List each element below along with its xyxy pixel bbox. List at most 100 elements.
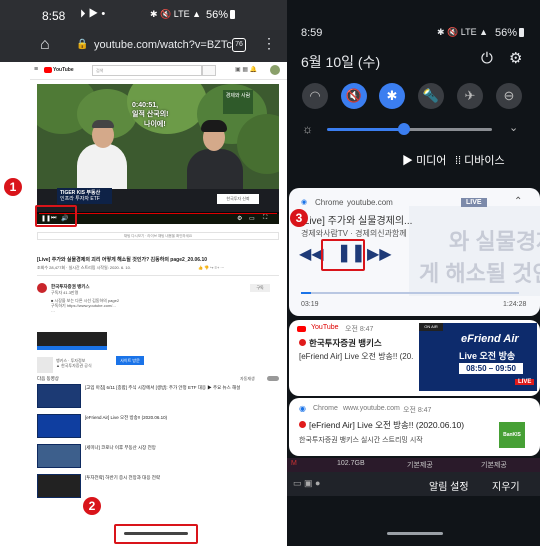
live-dot-icon — [299, 339, 306, 346]
list-item[interactable]: [투자전략] 하반기 증시 전망과 대응 전략 — [37, 474, 279, 504]
notification-settings-button[interactable]: 알림 설정 — [429, 478, 469, 493]
youtube-notification[interactable]: YouTube 오전 8:47 한국투자증권 뱅키스 [eFriend Air]… — [289, 320, 540, 396]
video-meta: 조회수 28,477회 · 실시간 스트리밍 시작일: 2020. 6. 10. — [37, 265, 131, 270]
youtube-logo-icon[interactable] — [44, 67, 52, 73]
yt-search-input[interactable]: 검색 — [92, 65, 202, 76]
list-item[interactable]: [세미나] 코로나 이후 부동산 시장 전망 — [37, 444, 279, 474]
more-menu-icon[interactable]: ⋮ — [262, 35, 276, 52]
clear-all-button[interactable]: 지우기 — [492, 478, 520, 493]
date-label: 6월 10일 (수) — [301, 54, 381, 70]
notification-title: 한국투자증권 뱅키스 — [309, 338, 382, 348]
bluetooth-toggle[interactable]: ✱ — [379, 83, 405, 109]
promo-button[interactable]: 사이트 방문 — [116, 356, 144, 365]
banks-app-icon: BanKIS — [499, 422, 525, 448]
battery-icon — [230, 10, 235, 19]
notification-time: 오전 8:47 — [403, 407, 432, 414]
notification-icons: ⏵ ▶ • — [80, 8, 106, 20]
status-time: 8:58 — [42, 9, 66, 23]
battery-level: 56% — [495, 27, 518, 39]
media-domain: youtube.com — [347, 198, 393, 207]
annotation-3-marker: 3 — [290, 209, 308, 227]
subscriber-count: 구독자 41.3만명 — [51, 290, 79, 295]
like-share-row[interactable]: 👍 👎 ↪ ≡+ ⋯ — [198, 265, 278, 270]
annotation-3-box — [321, 239, 365, 271]
battery-level: 56% — [206, 9, 229, 21]
brightness-track[interactable] — [402, 128, 492, 131]
rewind-button[interactable]: ◀◀ — [299, 244, 324, 264]
live-badge: LIVE — [461, 198, 487, 207]
live-dot-icon — [299, 421, 306, 428]
media-time-current: 03:19 — [301, 301, 319, 308]
up-next-list: [고입 아침] 6/11 [종합] 주식 시장에서 [생방]: 주가 안정 ET… — [37, 384, 279, 504]
footer-app-icons: ▭ ▣ ● — [293, 478, 321, 488]
media-title: [Live] 주가와 실물경제의... — [301, 216, 413, 227]
list-item[interactable]: [eFriend Air] Live 오전 방송!! (2020.06.10) — [37, 414, 279, 444]
signal-icons: ✱ 🔇 LTE ▲ — [150, 9, 202, 19]
channel-logo: 경제와 사람 — [223, 90, 253, 114]
video-caption-right: 한국투자 신뢰 — [217, 194, 259, 204]
settings-icon[interactable]: ⚙ — [237, 215, 242, 222]
avatar[interactable] — [270, 65, 280, 75]
chat-replay-bar[interactable]: 채팅 다시보기 · 라이브 채팅 내용을 확인하세요 — [37, 232, 279, 240]
annotation-2-marker: 2 — [83, 497, 101, 515]
header-icons[interactable]: ▣ ▦ 🔔 — [235, 66, 257, 73]
notification-body: 한국투자증권 뱅키스 실시간 스트리밍 시작 — [299, 437, 423, 444]
brightness-fill — [327, 128, 402, 131]
brightness-icon: ☼ — [302, 122, 313, 136]
settings-gear-icon[interactable]: ⚙ — [509, 49, 522, 67]
tab-switcher-button[interactable]: 76 — [232, 38, 246, 52]
expand-chevron-icon[interactable]: ⌄ — [509, 121, 518, 134]
collapse-chevron-icon[interactable]: ⌃ — [514, 196, 522, 207]
notification-footer: ▭ ▣ ● 알림 설정 지우기 — [287, 472, 540, 496]
youtube-header: ≡ YouTube 검색 ▣ ▦ 🔔 — [30, 62, 287, 80]
promo-text: 뱅키스 · 투자정보 ▲ 한국투자증권 공식 — [56, 358, 92, 368]
media-time-total: 1:24:28 — [503, 301, 527, 308]
left-screenshot: 8:58 ⏵ ▶ • ✱ 🔇 LTE ▲ 56% ⌂ 🔒 youtube.com… — [0, 0, 287, 546]
channel-avatar[interactable] — [37, 283, 47, 293]
notification-thumbnail: ON AIR eFriend Air Live 오전 방송 08:50 – 09… — [419, 323, 537, 391]
video-description: ■ 시장을 보는 다른 시선 김동하의 page2 구독하기 https://ww… — [51, 298, 120, 313]
chrome-notification[interactable]: ◉ Chrome www.youtube.com 오전 8:47 [eFrien… — [289, 398, 540, 456]
signal-icons: ✱ 🔇 LTE ▲ — [437, 27, 488, 37]
mute-toggle[interactable]: 🔇 — [341, 83, 367, 109]
annotation-1-marker: 1 — [4, 178, 22, 196]
autoplay-toggle[interactable] — [267, 376, 279, 381]
lock-icon: 🔒 — [76, 39, 89, 50]
notification-time: 오전 8:47 — [345, 326, 374, 333]
home-icon[interactable]: ⌂ — [40, 36, 50, 54]
promo-thumb[interactable] — [37, 357, 53, 373]
gesture-handle[interactable] — [124, 532, 188, 535]
power-icon[interactable]: ⏻ — [481, 50, 493, 67]
notification-title: [eFriend Air] Live 오전 방송!! (2020.06.10) — [309, 420, 465, 430]
fullscreen-icon[interactable]: ⛶ — [263, 215, 267, 222]
wifi-toggle[interactable]: ◠ — [302, 83, 328, 109]
subscribe-button[interactable]: 구독 — [250, 284, 270, 292]
flashlight-toggle[interactable]: 🔦 — [418, 83, 444, 109]
video-overlay-text: 0:40:51, 일적 산국의! 나이에! — [132, 102, 169, 128]
media-progress-track[interactable] — [301, 292, 519, 294]
menu-icon[interactable]: ≡ — [34, 66, 38, 73]
yt-search-button[interactable] — [202, 65, 216, 76]
gesture-handle[interactable] — [387, 532, 443, 535]
channel-name[interactable]: 한국투자증권 뱅키스 — [51, 284, 90, 289]
media-output-button[interactable]: ▶ 미디어 — [402, 152, 446, 168]
devices-button[interactable]: ⁞⁞ 디바이스 — [455, 152, 505, 168]
status-time: 8:59 — [301, 27, 323, 39]
miniplayer-icon[interactable]: ▭ — [249, 215, 255, 222]
chrome-icon: ◉ — [301, 199, 308, 206]
notification-app: Chrome — [313, 405, 338, 412]
url-field[interactable]: youtube.com/watch?v=BZTc — [94, 39, 232, 51]
ad-banner[interactable] — [37, 332, 107, 346]
media-source: Chrome — [315, 198, 344, 207]
video-player[interactable]: 경제와 사람 0:40:51, 일적 산국의! 나이에! TIGER KIS 부… — [37, 84, 279, 224]
do-not-disturb-toggle[interactable]: ⊖ — [496, 83, 522, 109]
fast-forward-button[interactable]: ▶▶ — [367, 244, 392, 264]
video-title: [Live] 주가와 실물경제의 괴리 어떻게 해소될 것인가? 김동하의 pa… — [37, 257, 207, 263]
airplane-toggle[interactable]: ✈ — [457, 83, 483, 109]
notification-body: [eFriend Air] Live 오전 방송!! (20... — [299, 352, 414, 361]
brightness-slider-thumb[interactable] — [398, 123, 410, 135]
notification-app: YouTube — [311, 324, 339, 331]
status-bar: 8:58 ⏵ ▶ • ✱ 🔇 LTE ▲ 56% — [0, 0, 287, 30]
up-next-label: 다음 동영상 — [37, 376, 59, 381]
list-item[interactable]: [고입 아침] 6/11 [종합] 주식 시장에서 [생방]: 주가 안정 ET… — [37, 384, 279, 414]
